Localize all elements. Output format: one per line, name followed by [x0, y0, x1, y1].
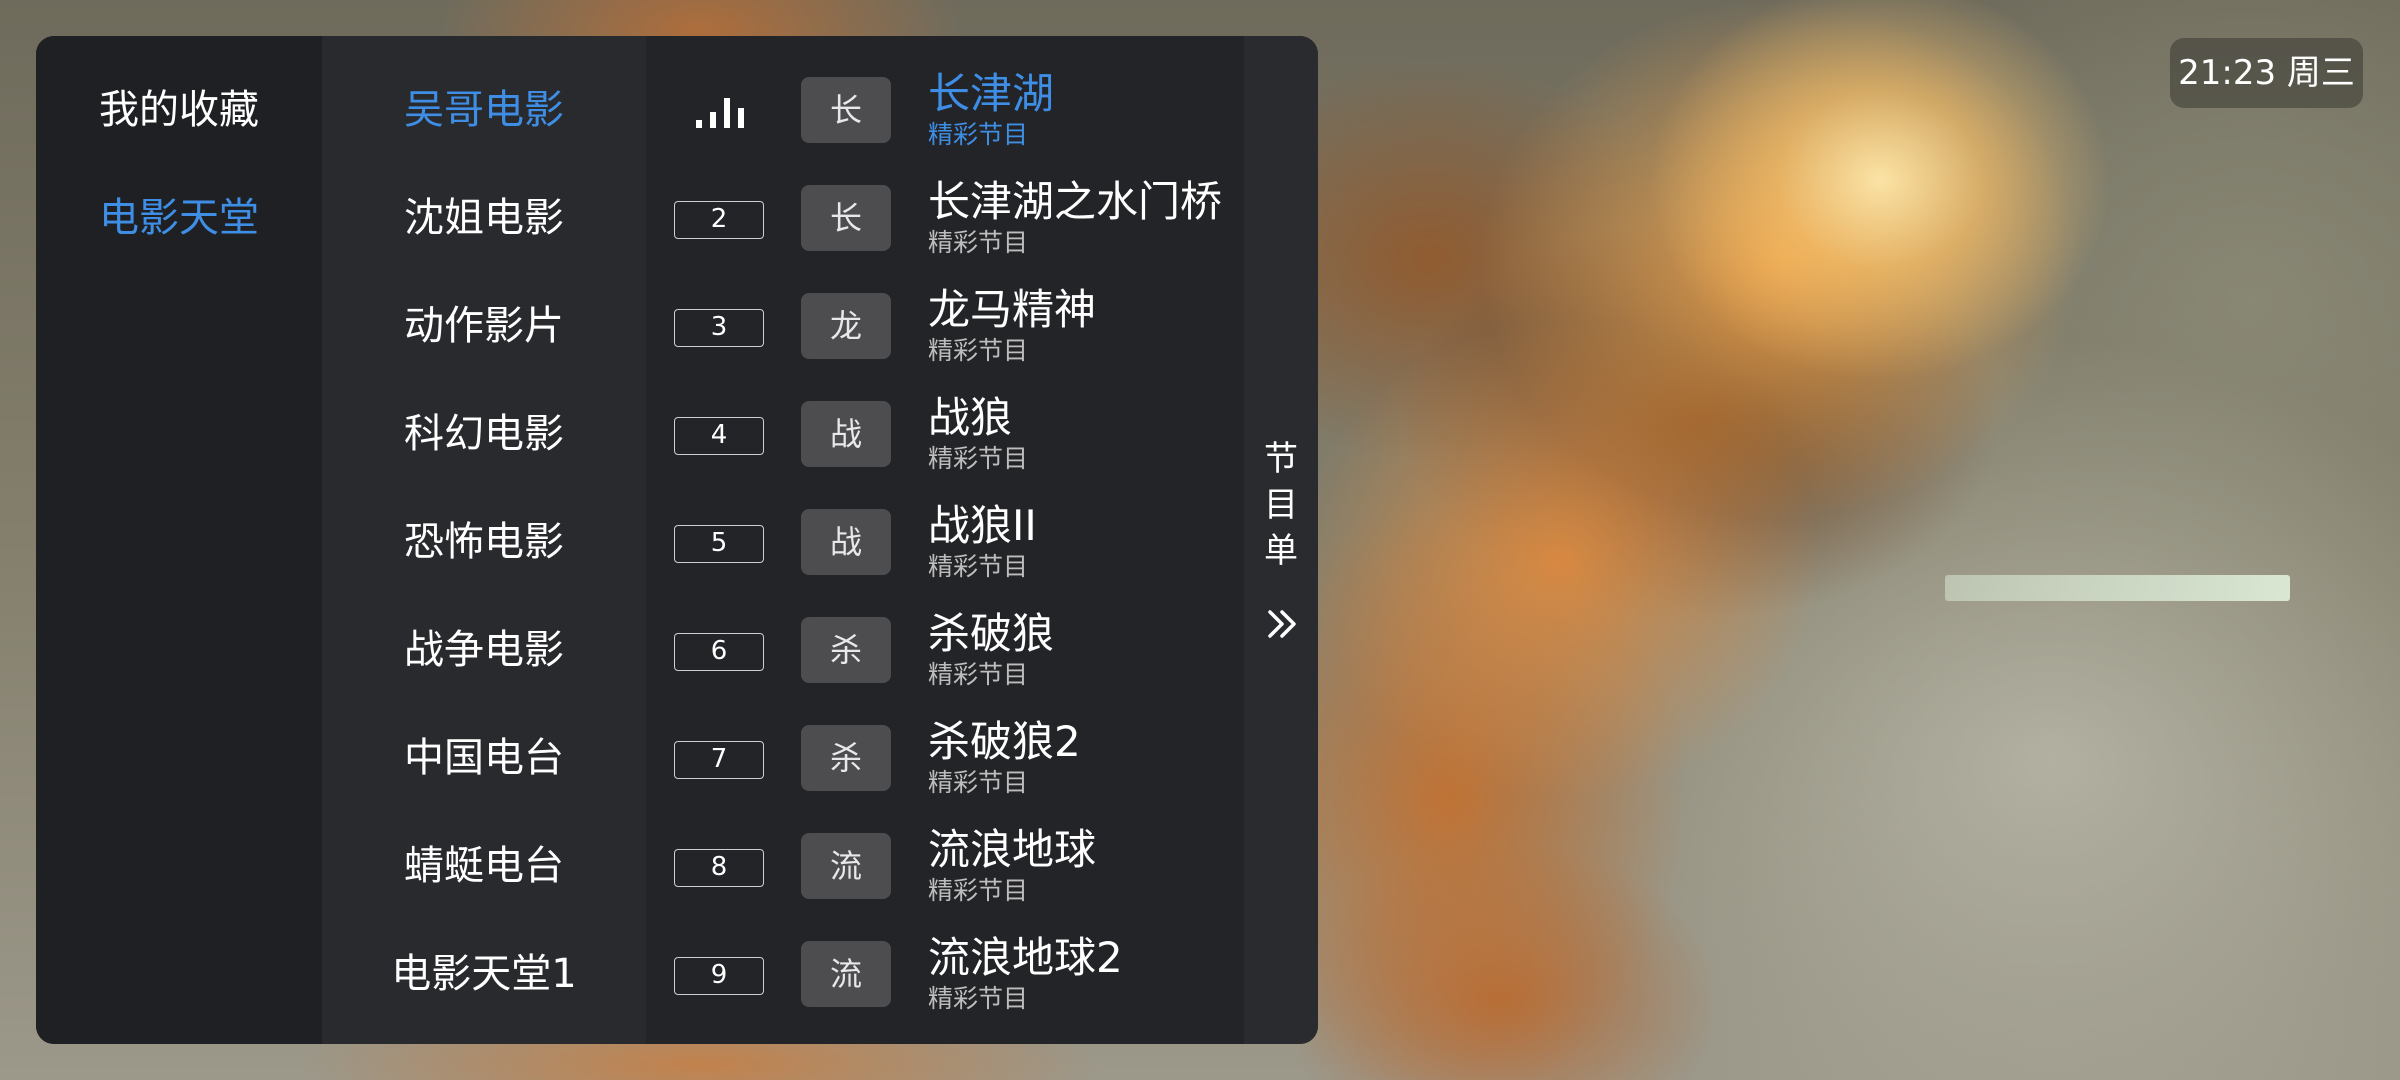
program-title: 战狼II — [928, 501, 1037, 550]
channel-logo: 战 — [801, 509, 891, 575]
signal-bars-icon — [696, 90, 744, 128]
program-title: 流浪地球2 — [928, 933, 1123, 982]
program-subtitle: 精彩节目 — [928, 660, 1029, 689]
category-movie-heaven[interactable]: 电影天堂 — [36, 164, 322, 272]
channel-logo: 龙 — [801, 293, 891, 359]
program-row[interactable]: 7 杀 杀破狼2 精彩节目 — [646, 704, 1244, 812]
program-guide-label-char: 目 — [1264, 485, 1298, 525]
program-title: 龙马精神 — [928, 285, 1097, 334]
program-title: 战狼 — [928, 393, 1013, 442]
channel-number: 6 — [674, 633, 764, 671]
program-row[interactable]: 5 战 战狼II 精彩节目 — [646, 488, 1244, 596]
channel-number: 9 — [674, 957, 764, 995]
channel-item[interactable]: 中国电台 — [322, 704, 646, 812]
double-chevron-right-icon — [1268, 610, 1296, 638]
channel-number: 5 — [674, 525, 764, 563]
channel-logo: 杀 — [801, 725, 891, 791]
program-column: 长 长津湖 精彩节目 2 长 长津湖之水门桥 精彩节目 3 龙 龙马精神 精彩节… — [646, 36, 1282, 1044]
program-subtitle: 精彩节目 — [928, 336, 1029, 365]
channel-item[interactable]: 电影天堂1 — [322, 920, 646, 1028]
program-title: 流浪地球 — [928, 825, 1097, 874]
program-subtitle: 精彩节目 — [928, 120, 1029, 149]
program-title: 长津湖之水门桥 — [928, 177, 1223, 226]
program-row[interactable]: 3 龙 龙马精神 精彩节目 — [646, 272, 1244, 380]
program-title: 杀破狼 — [928, 609, 1055, 658]
channel-item[interactable]: 恐怖电影 — [322, 488, 646, 596]
program-row[interactable]: 2 长 长津湖之水门桥 精彩节目 — [646, 164, 1244, 272]
clock-time: 21:23 — [2178, 53, 2277, 93]
channel-number: 3 — [674, 309, 764, 347]
channel-item[interactable]: 动作影片 — [322, 272, 646, 380]
channel-logo: 流 — [801, 833, 891, 899]
program-subtitle: 精彩节目 — [928, 552, 1029, 581]
channel-item[interactable]: 吴哥电影 — [322, 56, 646, 164]
channel-number: 8 — [674, 849, 764, 887]
channel-number: 2 — [674, 201, 764, 239]
channel-item[interactable]: 战争电影 — [322, 596, 646, 704]
program-title: 杀破狼2 — [928, 717, 1081, 766]
program-guide-label-char: 节 — [1264, 439, 1298, 479]
channel-item[interactable]: 沈姐电影 — [322, 164, 646, 272]
program-subtitle: 精彩节目 — [928, 768, 1029, 797]
program-row[interactable]: 4 战 战狼 精彩节目 — [646, 380, 1244, 488]
channel-logo: 杀 — [801, 617, 891, 683]
clock-weekday: 周三 — [2286, 53, 2355, 93]
channel-item[interactable]: 科幻电影 — [322, 380, 646, 488]
channel-column: 吴哥电影 沈姐电影 动作影片 科幻电影 恐怖电影 战争电影 中国电台 蜻蜓电台 … — [322, 36, 646, 1044]
program-subtitle: 精彩节目 — [928, 444, 1029, 473]
program-row[interactable]: 6 杀 杀破狼 精彩节目 — [646, 596, 1244, 704]
video-streak — [1945, 575, 2290, 601]
category-favorites[interactable]: 我的收藏 — [36, 56, 322, 164]
channel-logo: 战 — [801, 401, 891, 467]
program-title: 长津湖 — [928, 69, 1055, 118]
channel-logo: 长 — [801, 185, 891, 251]
program-row[interactable]: 9 流 流浪地球2 精彩节目 — [646, 920, 1244, 1028]
channel-logo: 长 — [801, 77, 891, 143]
program-subtitle: 精彩节目 — [928, 228, 1029, 257]
channel-number: 7 — [674, 741, 764, 779]
program-guide-label: 节 目 单 — [1244, 436, 1318, 574]
program-subtitle: 精彩节目 — [928, 876, 1029, 905]
program-subtitle: 精彩节目 — [928, 984, 1029, 1013]
program-row[interactable]: 长 长津湖 精彩节目 — [646, 56, 1244, 164]
channel-item[interactable]: 蜻蜓电台 — [322, 812, 646, 920]
channel-logo: 流 — [801, 941, 891, 1007]
channel-number: 4 — [674, 417, 764, 455]
program-guide-toggle[interactable]: 节 目 单 — [1244, 36, 1318, 1044]
category-column: 我的收藏 电影天堂 — [36, 36, 322, 1044]
program-guide-label-char: 单 — [1264, 531, 1298, 571]
clock-badge: 21:23 周三 — [2170, 38, 2363, 108]
program-row[interactable]: 8 流 流浪地球 精彩节目 — [646, 812, 1244, 920]
channel-panel: 我的收藏 电影天堂 吴哥电影 沈姐电影 动作影片 科幻电影 恐怖电影 战争电影 … — [36, 36, 1318, 1044]
